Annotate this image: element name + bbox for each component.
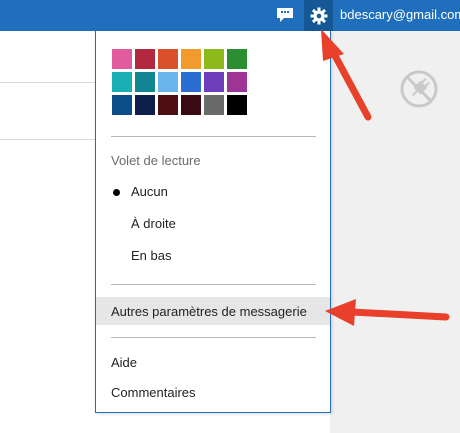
divider bbox=[0, 82, 96, 83]
color-swatch[interactable] bbox=[158, 49, 178, 69]
separator bbox=[111, 337, 316, 338]
feedback-link[interactable]: Commentaires bbox=[111, 385, 196, 400]
separator bbox=[111, 136, 316, 137]
color-swatch[interactable] bbox=[158, 72, 178, 92]
top-bar: bdescary@gmail.com bbox=[0, 0, 460, 31]
color-swatch[interactable] bbox=[181, 95, 201, 115]
reading-pane-option-bottom[interactable]: En bas bbox=[131, 248, 171, 263]
reading-pane-option-right[interactable]: À droite bbox=[131, 216, 176, 231]
divider bbox=[0, 139, 96, 140]
color-swatch[interactable] bbox=[135, 95, 155, 115]
color-swatch[interactable] bbox=[204, 95, 224, 115]
color-swatch[interactable] bbox=[112, 72, 132, 92]
color-swatch[interactable] bbox=[135, 72, 155, 92]
color-swatch[interactable] bbox=[135, 49, 155, 69]
color-swatch[interactable] bbox=[227, 49, 247, 69]
reading-area bbox=[330, 31, 460, 433]
gear-icon bbox=[310, 7, 327, 24]
color-swatch[interactable] bbox=[158, 95, 178, 115]
separator bbox=[111, 284, 316, 285]
reading-pane-label: Volet de lecture bbox=[111, 153, 201, 168]
color-swatch[interactable] bbox=[227, 95, 247, 115]
reading-pane-option-none[interactable]: Aucun bbox=[131, 184, 168, 199]
selected-bullet-icon bbox=[113, 189, 120, 196]
color-swatch[interactable] bbox=[181, 72, 201, 92]
settings-menu: Volet de lecture Aucun À droite En bas A… bbox=[95, 31, 331, 413]
user-email[interactable]: bdescary@gmail.com bbox=[340, 7, 460, 23]
color-swatch[interactable] bbox=[204, 72, 224, 92]
more-mail-settings-button[interactable]: Autres paramètres de messagerie bbox=[96, 297, 330, 325]
color-swatch[interactable] bbox=[181, 49, 201, 69]
theme-color-grid bbox=[112, 49, 247, 115]
color-swatch[interactable] bbox=[112, 49, 132, 69]
color-swatch[interactable] bbox=[204, 49, 224, 69]
no-plugin-icon bbox=[400, 70, 438, 108]
chat-bubble-icon bbox=[277, 8, 293, 22]
color-swatch[interactable] bbox=[227, 72, 247, 92]
color-swatch[interactable] bbox=[112, 95, 132, 115]
chat-button[interactable] bbox=[273, 3, 297, 27]
help-link[interactable]: Aide bbox=[111, 355, 137, 370]
settings-button[interactable] bbox=[304, 0, 333, 31]
message-list bbox=[0, 31, 96, 433]
